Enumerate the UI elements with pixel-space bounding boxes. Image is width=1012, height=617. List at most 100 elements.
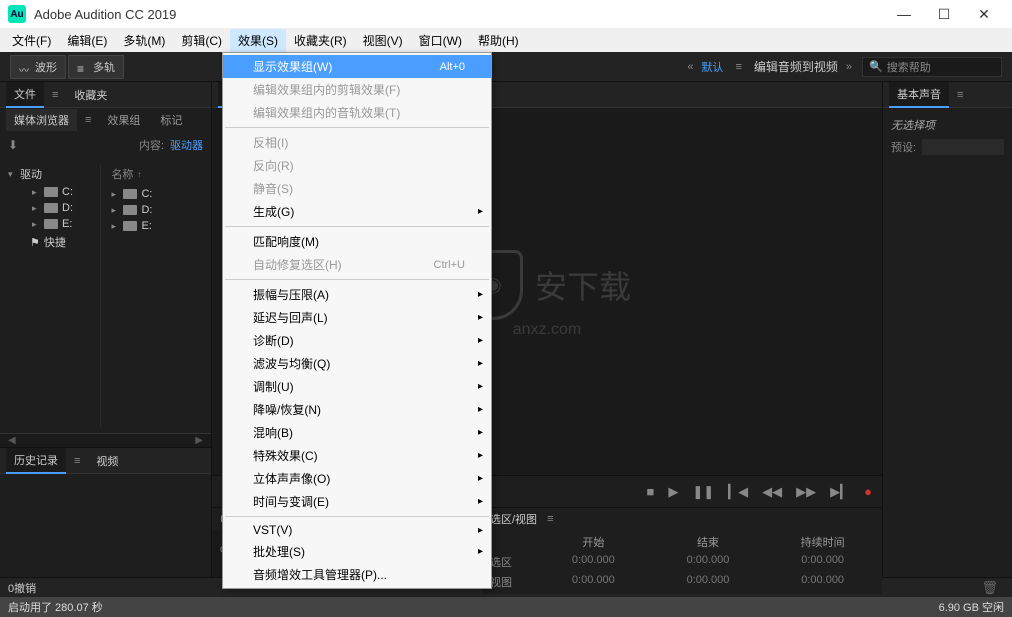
scrollbar[interactable]: ◀ ▶ bbox=[0, 433, 211, 447]
import-icon[interactable]: ⬇ bbox=[8, 138, 18, 152]
menu-2[interactable]: 多轨(M) bbox=[115, 29, 173, 52]
panel-menu-icon[interactable]: ≡ bbox=[543, 513, 557, 525]
preset-label: 预设: bbox=[891, 139, 916, 155]
titlebar: Au Adobe Audition CC 2019 — ☐ ✕ bbox=[0, 0, 1012, 28]
menu-item[interactable]: 音频增效工具管理器(P)... bbox=[223, 563, 491, 586]
pause-button[interactable]: ❚❚ bbox=[692, 484, 714, 500]
scroll-right-icon[interactable]: ▶ bbox=[191, 435, 207, 446]
minimize-button[interactable]: — bbox=[884, 0, 924, 28]
menu-1[interactable]: 编辑(E) bbox=[59, 29, 115, 52]
submenu-arrow-icon: ▸ bbox=[478, 381, 483, 392]
multitrack-button[interactable]: 多轨 bbox=[68, 55, 124, 79]
workspace-editaudiotovideo[interactable]: 编辑音频到视频 bbox=[754, 58, 838, 75]
menu-7[interactable]: 窗口(W) bbox=[411, 29, 470, 52]
waveform-button[interactable]: 波形 bbox=[10, 55, 66, 79]
submenu-arrow-icon: ▸ bbox=[478, 546, 483, 557]
workspace-next-icon[interactable]: » bbox=[846, 61, 852, 73]
maximize-button[interactable]: ☐ bbox=[924, 0, 964, 28]
multitrack-icon bbox=[77, 62, 89, 72]
menu-item[interactable]: 降噪/恢复(N)▸ bbox=[223, 398, 491, 421]
selection-start[interactable]: 0:00.000 bbox=[542, 554, 645, 570]
col-start: 开始 bbox=[542, 534, 645, 550]
menu-item[interactable]: 批处理(S)▸ bbox=[223, 540, 491, 563]
menu-item[interactable]: 振幅与压限(A)▸ bbox=[223, 283, 491, 306]
selection-end[interactable]: 0:00.000 bbox=[657, 554, 760, 570]
menu-item[interactable]: 诊断(D)▸ bbox=[223, 329, 491, 352]
menu-item[interactable]: VST(V)▸ bbox=[223, 520, 491, 540]
record-button[interactable]: ● bbox=[864, 484, 872, 499]
stop-button[interactable]: ■ bbox=[646, 484, 654, 499]
tree-item[interactable]: ▸D: bbox=[4, 200, 96, 216]
menu-item[interactable]: 混响(B)▸ bbox=[223, 421, 491, 444]
tree-item[interactable]: ▸ E: bbox=[107, 218, 207, 234]
view-duration[interactable]: 0:00.000 bbox=[771, 574, 874, 590]
drive-icon bbox=[123, 221, 137, 231]
menu-item[interactable]: 延迟与回声(L)▸ bbox=[223, 306, 491, 329]
menu-5[interactable]: 收藏夹(R) bbox=[286, 29, 355, 52]
tab-essential-sound[interactable]: 基本声音 bbox=[889, 82, 949, 108]
skip-forward-button[interactable]: ▶▎ bbox=[830, 484, 850, 500]
toolbar: 波形 多轨 « 默认 ≡ 编辑音频到视频 » 🔍 搜索帮助 bbox=[0, 52, 1012, 82]
forward-button[interactable]: ▶▶ bbox=[796, 484, 816, 500]
drive-icon bbox=[123, 189, 137, 199]
menu-item[interactable]: 匹配响度(M) bbox=[223, 230, 491, 253]
tab-history[interactable]: 历史记录 bbox=[6, 448, 66, 474]
subtab-effects-rack[interactable]: 效果组 bbox=[99, 109, 148, 131]
tab-favorites[interactable]: 收藏夹 bbox=[66, 83, 115, 107]
panel-menu-icon[interactable]: ≡ bbox=[70, 455, 84, 467]
view-start[interactable]: 0:00.000 bbox=[542, 574, 645, 590]
panel-menu-icon[interactable]: ≡ bbox=[48, 89, 62, 101]
submenu-arrow-icon: ▸ bbox=[478, 289, 483, 300]
menu-item[interactable]: 特殊效果(C)▸ bbox=[223, 444, 491, 467]
skip-back-button[interactable]: ▎◀ bbox=[728, 484, 748, 500]
menubar: 文件(F)编辑(E)多轨(M)剪辑(C)效果(S)收藏夹(R)视图(V)窗口(W… bbox=[0, 28, 1012, 52]
tree-item[interactable]: ▸ D: bbox=[107, 202, 207, 218]
menu-0[interactable]: 文件(F) bbox=[4, 29, 59, 52]
rewind-button[interactable]: ◀◀ bbox=[762, 484, 782, 500]
content-dropdown[interactable]: 驱动器 bbox=[170, 137, 203, 153]
subtab-markers[interactable]: 标记 bbox=[152, 109, 190, 131]
col-duration: 持续时间 bbox=[771, 534, 874, 550]
search-help-input[interactable]: 🔍 搜索帮助 bbox=[862, 57, 1002, 77]
view-end[interactable]: 0:00.000 bbox=[657, 574, 760, 590]
submenu-arrow-icon: ▸ bbox=[478, 335, 483, 346]
close-button[interactable]: ✕ bbox=[964, 0, 1004, 28]
tree-item[interactable]: ▾驱动 bbox=[4, 164, 96, 184]
selection-duration[interactable]: 0:00.000 bbox=[771, 554, 874, 570]
tree-item[interactable]: ▸ C: bbox=[107, 186, 207, 202]
subtab-media-browser[interactable]: 媒体浏览器 bbox=[6, 109, 77, 131]
menu-4[interactable]: 效果(S) bbox=[230, 29, 286, 52]
menu-8[interactable]: 帮助(H) bbox=[470, 29, 527, 52]
trash-icon[interactable]: 🗑 bbox=[975, 580, 1004, 596]
watermark-url: anxz.com bbox=[513, 321, 581, 339]
no-selection-text: 无选择项 bbox=[891, 114, 1004, 136]
menu-item[interactable]: 时间与变调(E)▸ bbox=[223, 490, 491, 513]
tree-item[interactable]: ⚑快捷 bbox=[4, 232, 96, 252]
preset-input[interactable] bbox=[922, 139, 1004, 155]
submenu-arrow-icon: ▸ bbox=[478, 358, 483, 369]
submenu-arrow-icon: ▸ bbox=[478, 473, 483, 484]
submenu-arrow-icon: ▸ bbox=[478, 450, 483, 461]
menu-item: 编辑效果组内的剪辑效果(F) bbox=[223, 78, 491, 101]
workspace-menu-icon[interactable]: ≡ bbox=[731, 61, 745, 73]
panel-menu-icon[interactable]: ≡ bbox=[81, 114, 95, 126]
tree-item[interactable]: ▸E: bbox=[4, 216, 96, 232]
workspace-default[interactable]: 默认 bbox=[701, 59, 723, 75]
menu-item[interactable]: 调制(U)▸ bbox=[223, 375, 491, 398]
name-column-header[interactable]: 名称 bbox=[111, 166, 133, 182]
tab-video[interactable]: 视频 bbox=[88, 449, 126, 473]
menu-item[interactable]: 生成(G)▸ bbox=[223, 200, 491, 223]
workspace-prev-icon[interactable]: « bbox=[687, 61, 693, 73]
panel-menu-icon[interactable]: ≡ bbox=[953, 89, 967, 101]
menu-item[interactable]: 立体声声像(O)▸ bbox=[223, 467, 491, 490]
submenu-arrow-icon: ▸ bbox=[478, 525, 483, 536]
menu-item[interactable]: 滤波与均衡(Q)▸ bbox=[223, 352, 491, 375]
menu-3[interactable]: 剪辑(C) bbox=[173, 29, 230, 52]
tab-files[interactable]: 文件 bbox=[6, 82, 44, 108]
menu-item[interactable]: 显示效果组(W)Alt+0 bbox=[223, 55, 491, 78]
drive-icon bbox=[44, 187, 58, 197]
play-button[interactable]: ▶ bbox=[668, 484, 678, 500]
scroll-left-icon[interactable]: ◀ bbox=[4, 435, 20, 446]
tree-item[interactable]: ▸C: bbox=[4, 184, 96, 200]
menu-6[interactable]: 视图(V) bbox=[355, 29, 411, 52]
